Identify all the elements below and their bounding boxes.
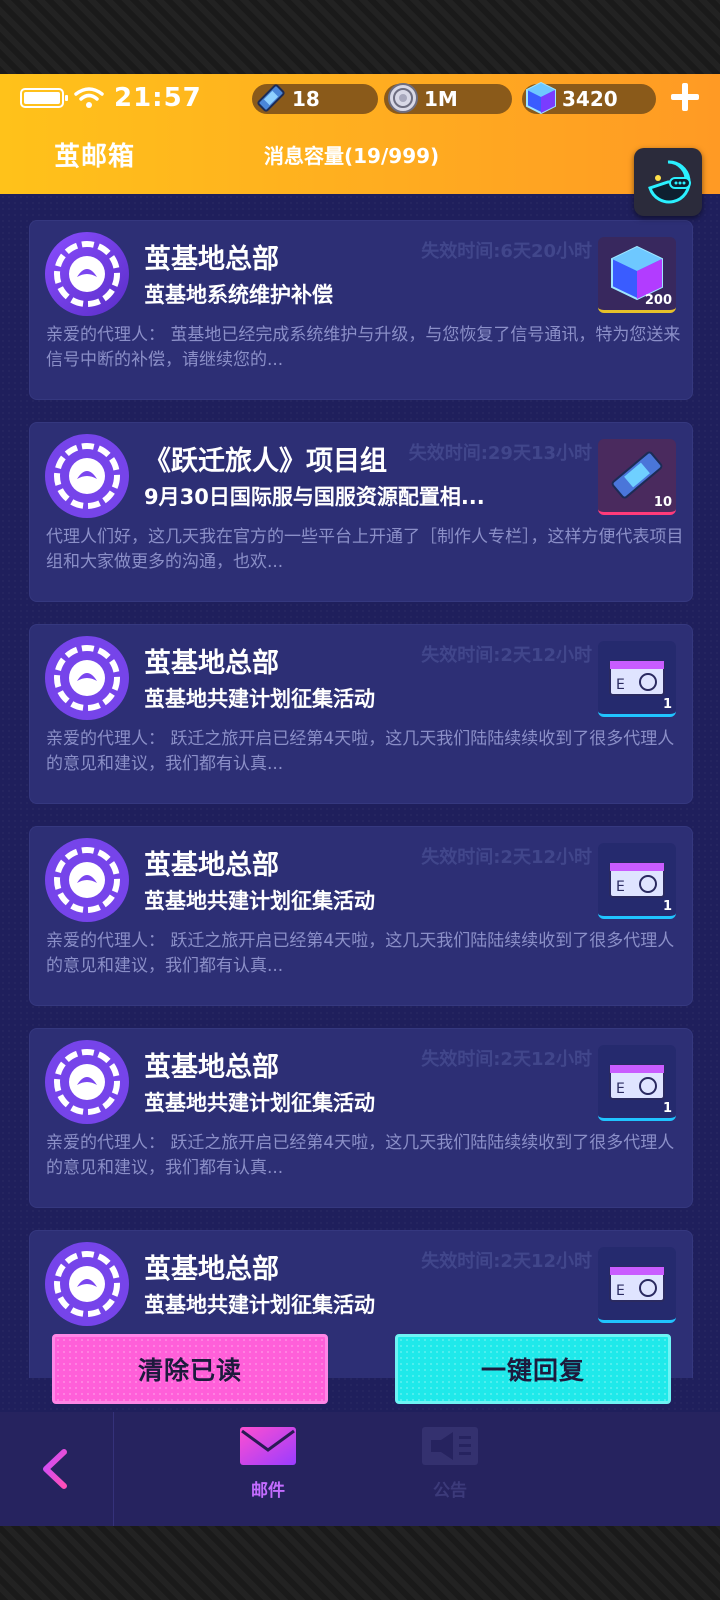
- mail-subject: 茧基地共建计划征集活动: [144, 1293, 375, 1317]
- mail-item[interactable]: 茧基地总部 茧基地共建计划征集活动 失效时间:2天12小时 E 1 亲爱的代理人…: [29, 826, 693, 1006]
- mail-item[interactable]: 茧基地总部 茧基地共建计划征集活动 失效时间:2天12小时 E 1 亲爱的代理人…: [29, 1028, 693, 1208]
- reward-slot[interactable]: 200: [598, 237, 676, 313]
- sender-avatar-icon: [45, 636, 129, 720]
- page-title: 茧邮箱: [54, 142, 136, 172]
- svg-text:E: E: [616, 677, 625, 693]
- chevron-left-icon: [43, 1449, 67, 1489]
- mail-expire-time: 失效时间:2天12小时: [421, 1049, 592, 1070]
- mail-preview: 代理人们好，这几天我在官方的一些平台上开通了［制作人专栏］，这样方便代表项目组和…: [46, 527, 684, 572]
- mail-expire-time: 失效时间:2天12小时: [421, 645, 592, 666]
- mail-sender: 茧基地总部: [144, 648, 279, 679]
- capacity-value: (19/999): [344, 144, 440, 168]
- reward-qty: 1: [662, 697, 672, 712]
- gem-counter: 3420: [522, 81, 656, 115]
- tab-notice-label: 公告: [433, 1481, 467, 1501]
- tab-notice[interactable]: 公告: [410, 1426, 490, 1501]
- mail-expire-time: 失效时间:29天13小时: [408, 443, 592, 464]
- tab-mail[interactable]: 邮件: [228, 1426, 308, 1501]
- mail-item[interactable]: 茧基地总部 茧基地系统维护补偿 失效时间:6天20小时 200 亲爱的代理人： …: [29, 220, 693, 400]
- capacity-label: 消息容量: [264, 144, 344, 168]
- ticket-card-icon: E: [609, 1266, 665, 1302]
- mail-preview: 亲爱的代理人： 跃迁之旅开启已经第4天啦，这几天我们陆陆续续收到了很多代理人的意…: [46, 931, 675, 976]
- tab-mail-label: 邮件: [251, 1481, 285, 1501]
- back-button[interactable]: [0, 1412, 114, 1526]
- megaphone-icon: [422, 1427, 478, 1465]
- mail-subject: 茧基地共建计划征集活动: [144, 687, 375, 711]
- ticket-count: 18: [292, 87, 320, 111]
- clock-time: 21:57: [114, 83, 202, 113]
- ticket-icon: [257, 84, 285, 112]
- mail-sender: 茧基地总部: [144, 244, 279, 275]
- mail-expire-time: 失效时间:6天20小时: [421, 241, 592, 262]
- mail-item[interactable]: 茧基地总部 茧基地共建计划征集活动 失效时间:2天12小时 E 1 亲爱的代理人…: [29, 624, 693, 804]
- reward-slot[interactable]: 10: [598, 439, 676, 515]
- reward-slot[interactable]: E 1: [598, 641, 676, 717]
- sender-avatar-icon: [45, 434, 129, 518]
- reward-slot[interactable]: E: [598, 1247, 676, 1323]
- ticket-card-icon: E: [609, 862, 665, 898]
- mail-list[interactable]: 茧基地总部 茧基地系统维护补偿 失效时间:6天20小时 200 亲爱的代理人： …: [0, 194, 720, 1378]
- sender-avatar-icon: [45, 1242, 129, 1326]
- reward-qty: 200: [644, 293, 672, 308]
- mascot-chat-icon: [648, 160, 691, 204]
- sender-avatar-icon: [45, 1040, 129, 1124]
- coin-count: 1M: [424, 87, 458, 111]
- ticket-counter: 18: [252, 84, 378, 114]
- top-bezel: [0, 0, 720, 74]
- mail-expire-time: 失效时间:2天12小时: [421, 1251, 592, 1272]
- svg-text:E: E: [616, 1283, 625, 1299]
- clear-read-button[interactable]: 清除已读: [52, 1334, 328, 1404]
- svg-text:E: E: [616, 879, 625, 895]
- ticket-card-icon: E: [609, 1064, 665, 1100]
- coin-counter: 1M: [384, 83, 512, 114]
- mail-subject: 茧基地共建计划征集活动: [144, 1091, 375, 1115]
- sender-avatar-icon: [45, 232, 129, 316]
- mail-subject: 茧基地共建计划征集活动: [144, 889, 375, 913]
- reward-qty: 10: [653, 495, 672, 510]
- mail-sender: 茧基地总部: [144, 1052, 279, 1083]
- header-bar: 21:57 18 1M 3420 茧邮箱 消息容量(19/999): [0, 74, 720, 194]
- mascot-button[interactable]: [634, 148, 702, 216]
- ticket-card-icon: E: [609, 660, 665, 696]
- gem-count: 3420: [562, 87, 618, 111]
- mailbox-screen: 21:57 18 1M 3420 茧邮箱 消息容量(19/999) 茧基地总部 …: [0, 74, 720, 1526]
- mail-preview: 亲爱的代理人： 茧基地已经完成系统维护与升级，与您恢复了信号通讯，特为您送来信号…: [46, 325, 681, 370]
- reward-slot[interactable]: E 1: [598, 1045, 676, 1121]
- cube-gem-icon: [526, 81, 556, 115]
- message-capacity: 消息容量(19/999): [264, 140, 439, 169]
- mail-sender: 茧基地总部: [144, 1254, 279, 1285]
- mail-expire-time: 失效时间:2天12小时: [421, 847, 592, 868]
- bottom-nav: 邮件 公告: [0, 1412, 720, 1526]
- mail-sender: 《跃迁旅人》项目组: [144, 446, 387, 477]
- wifi-icon: [74, 87, 104, 108]
- mail-sender: 茧基地总部: [144, 850, 279, 881]
- status-bar: 21:57: [20, 82, 202, 114]
- mail-subject: 9月30日国际服与国服资源配置相...: [144, 485, 485, 509]
- battery-icon: [20, 88, 68, 108]
- mail-preview: 亲爱的代理人： 跃迁之旅开启已经第4天啦，这几天我们陆陆续续收到了很多代理人的意…: [46, 729, 675, 774]
- envelope-icon: [240, 1427, 296, 1465]
- mail-subject: 茧基地系统维护补偿: [144, 283, 333, 307]
- reward-qty: 1: [662, 1101, 672, 1116]
- mail-item[interactable]: 《跃迁旅人》项目组 9月30日国际服与国服资源配置相... 失效时间:29天13…: [29, 422, 693, 602]
- coin-icon: [388, 83, 418, 113]
- svg-text:E: E: [616, 1081, 625, 1097]
- reply-all-button[interactable]: 一键回复: [395, 1334, 671, 1404]
- reward-qty: 1: [662, 899, 672, 914]
- sender-avatar-icon: [45, 838, 129, 922]
- reward-slot[interactable]: E 1: [598, 843, 676, 919]
- mail-preview: 亲爱的代理人： 跃迁之旅开启已经第4天啦，这几天我们陆陆续续收到了很多代理人的意…: [46, 1133, 675, 1178]
- add-currency-button[interactable]: [668, 80, 702, 114]
- bottom-bezel: [0, 1526, 720, 1600]
